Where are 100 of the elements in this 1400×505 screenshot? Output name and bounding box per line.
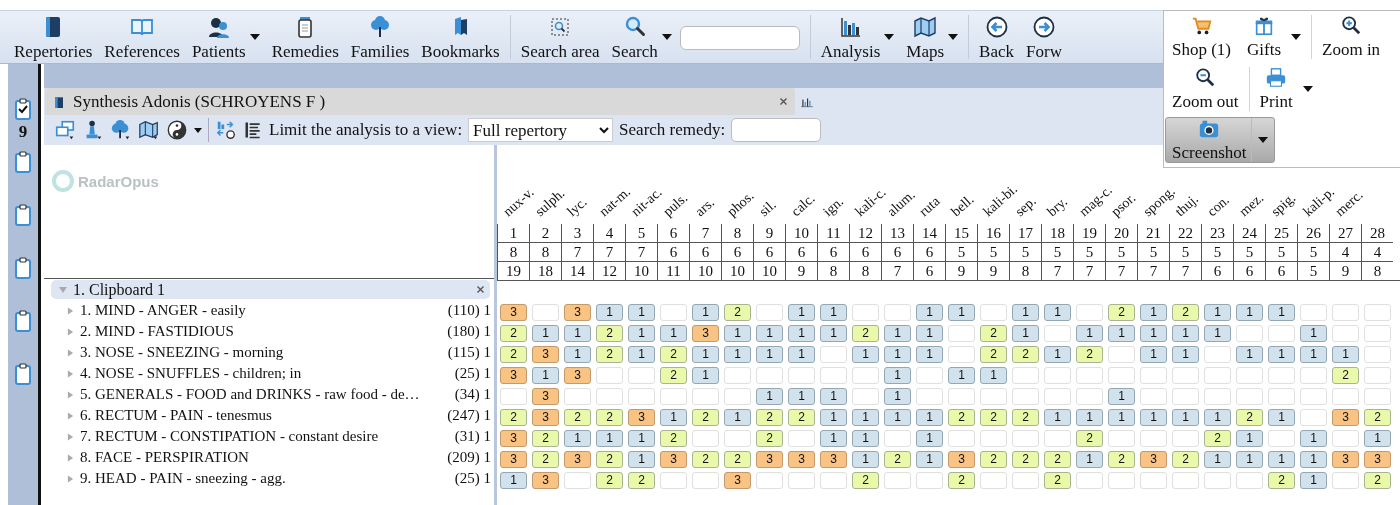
grade-cell: 1 xyxy=(1012,304,1039,321)
empty-grade-cell xyxy=(596,367,623,384)
rubric-row[interactable]: 2. MIND - FASTIDIOUS (180) 1 xyxy=(44,321,494,342)
document-tab[interactable]: Synthesis Adonis (SCHROYENS F ) xyxy=(45,88,795,115)
grade-cell: 2 xyxy=(1076,430,1103,447)
table-cell: 21 xyxy=(1137,224,1169,242)
remedy-name[interactable]: ign. xyxy=(820,193,847,220)
rubric-row[interactable]: 1. MIND - ANGER - easily (110) 1 xyxy=(44,300,494,321)
empty-grade-cell xyxy=(1076,388,1103,405)
empty-grade-cell xyxy=(1364,346,1391,363)
tree-icon[interactable] xyxy=(110,119,132,141)
search-field[interactable] xyxy=(679,26,800,50)
table-cell: 13 xyxy=(881,224,913,242)
yin-yang-icon[interactable] xyxy=(166,119,188,141)
table-cell: 5 xyxy=(977,242,1009,261)
grade-cell: 2 xyxy=(500,346,527,363)
toolbar-button[interactable]: Analysis xyxy=(814,11,901,63)
grade-cell: 1 xyxy=(1108,409,1135,426)
clipboard-icon[interactable] xyxy=(15,363,31,385)
empty-grade-cell xyxy=(1332,472,1359,489)
grade-cell: 1 xyxy=(1364,430,1391,447)
empty-grade-cell xyxy=(852,367,879,384)
grade-cell: 1 xyxy=(564,346,591,363)
grade-cell: 2 xyxy=(1044,451,1071,468)
table-cell: 7 xyxy=(561,242,593,261)
windows-icon[interactable] xyxy=(54,119,76,141)
rubric-row[interactable]: 8. FACE - PERSPIRATION (209) 1 xyxy=(44,447,494,468)
remedy-name[interactable]: spig. xyxy=(1268,190,1299,220)
toolbar-button[interactable]: Remedies xyxy=(265,11,345,63)
chart-settings-icon[interactable] xyxy=(215,119,237,141)
remedy-name[interactable]: calc. xyxy=(788,190,819,220)
toolbar-button[interactable]: Patients xyxy=(185,11,266,63)
toolbar-button[interactable]: References xyxy=(98,11,186,63)
remedy-name[interactable]: sil. xyxy=(756,196,780,220)
grade-cell: 3 xyxy=(500,304,527,321)
map-icon[interactable] xyxy=(138,119,160,141)
clipboard-icon[interactable] xyxy=(15,257,31,279)
toolbar-button[interactable]: Maps xyxy=(900,11,965,63)
rubric-row[interactable]: 7. RECTUM - CONSTIPATION - constant desire (31) 1 xyxy=(44,426,494,447)
remedy-name[interactable]: lyc. xyxy=(564,194,591,220)
remedy-name[interactable]: bell. xyxy=(948,191,978,220)
remedy-name[interactable]: ars. xyxy=(692,194,718,220)
empty-grade-cell xyxy=(1204,388,1231,405)
menu-button[interactable]: Zoom in xyxy=(1315,13,1388,61)
clipboard-icon[interactable] xyxy=(15,98,31,120)
menu-button[interactable]: Shop (1) xyxy=(1165,13,1239,61)
rubric-row[interactable]: 5. GENERALS - FOOD and DRINKS - raw food - de… (34) 1 xyxy=(44,384,494,405)
rubric-row[interactable]: 9. HEAD - PAIN - sneezing - agg. (25) 1 xyxy=(44,468,494,489)
remedy-name[interactable]: mez. xyxy=(1236,190,1267,220)
rubric-row[interactable]: 3. NOSE - SNEEZING - morning (115) 1 xyxy=(44,342,494,363)
empty-grade-cell xyxy=(916,367,943,384)
close-icon[interactable] xyxy=(780,98,787,105)
grade-cell: 2 xyxy=(1204,430,1231,447)
grade-cell: 3 xyxy=(500,367,527,384)
toolbar-button[interactable]: Back xyxy=(973,11,1020,63)
menu-button[interactable]: Screenshot xyxy=(1165,117,1275,163)
remedy-name[interactable]: con. xyxy=(1204,192,1233,220)
menu-button[interactable]: Print xyxy=(1252,65,1320,113)
toolbar-button[interactable]: Bookmarks xyxy=(415,11,506,63)
rubric-row[interactable]: 6. RECTUM - PAIN - tenesmus (247) 1 xyxy=(44,405,494,426)
grade-cell: 3 xyxy=(660,451,687,468)
grade-cell: 1 xyxy=(948,304,975,321)
clipboard-header[interactable]: 1. Clipboard 1 xyxy=(51,280,490,299)
toolbar-button[interactable]: Repertories xyxy=(8,11,99,63)
remedy-name[interactable]: bry. xyxy=(1044,193,1071,220)
grade-cell: 1 xyxy=(1204,409,1231,426)
list-icon[interactable] xyxy=(243,120,263,140)
empty-grade-cell xyxy=(948,388,975,405)
grade-cell: 1 xyxy=(1300,451,1327,468)
toolbar-button[interactable]: Search xyxy=(605,11,678,63)
table-cell: 18 xyxy=(529,261,561,280)
rubric-row[interactable]: 4. NOSE - SNUFFLES - children; in (25) 1 xyxy=(44,363,494,384)
menu-button[interactable]: Zoom out xyxy=(1165,65,1246,113)
table-cell: 8 xyxy=(1009,261,1041,280)
table-cell: 22 xyxy=(1169,224,1201,242)
grade-cell: 3 xyxy=(532,409,559,426)
empty-grade-cell xyxy=(500,388,527,405)
menu-button[interactable]: Gifts xyxy=(1240,13,1309,61)
remedy-name[interactable]: ruta xyxy=(916,193,944,220)
grade-cell: 1 xyxy=(628,451,655,468)
grade-cell: 1 xyxy=(820,430,847,447)
clipboard-icon[interactable] xyxy=(15,151,31,173)
table-cell: 7 xyxy=(625,242,657,261)
empty-grade-cell xyxy=(564,388,591,405)
grade-cell: 3 xyxy=(532,388,559,405)
close-icon[interactable] xyxy=(477,286,484,293)
view-select[interactable]: Full repertory xyxy=(468,118,614,142)
clipboard-icon[interactable] xyxy=(15,204,31,226)
empty-grade-cell xyxy=(564,472,591,489)
grade-cell: 3 xyxy=(564,367,591,384)
toolbar-button[interactable]: Families xyxy=(344,11,416,63)
clipboard-icon[interactable] xyxy=(15,310,31,332)
table-cell: 27 xyxy=(1329,224,1361,242)
grade-cell: 2 xyxy=(660,430,687,447)
grade-cell: 1 xyxy=(724,325,751,342)
grade-cell: 3 xyxy=(692,325,719,342)
grade-cell: 2 xyxy=(884,451,911,468)
toolbar-button[interactable]: Search area xyxy=(514,11,606,63)
remedy-search-field[interactable] xyxy=(731,118,822,142)
toolbar-button[interactable]: Forw xyxy=(1020,11,1068,63)
